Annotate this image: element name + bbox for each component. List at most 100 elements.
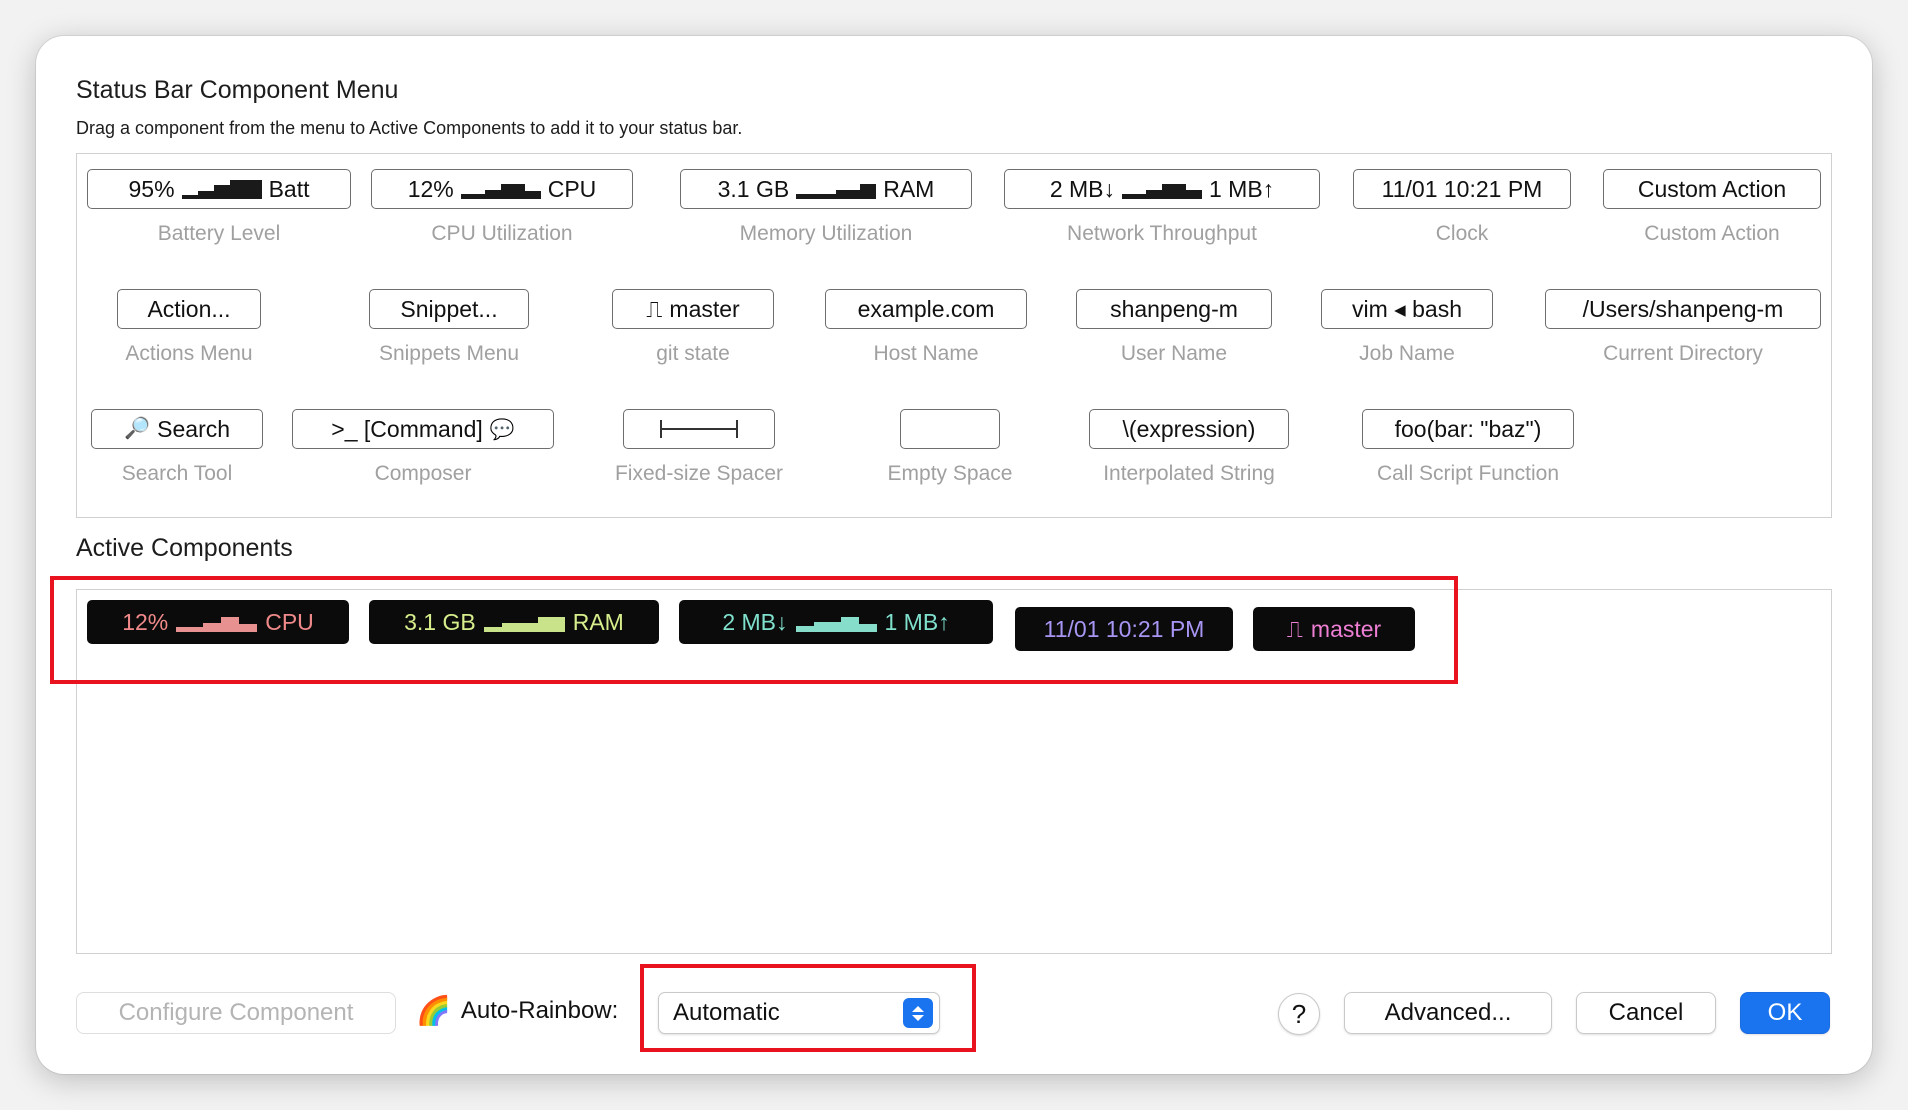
component-label: CPU Utilization <box>431 222 573 245</box>
network-sparkline <box>1122 179 1202 199</box>
status-bar-dialog: Status Bar Component Menu Drag a compone… <box>36 36 1872 1074</box>
memory-chip[interactable]: 3.1 GB RAM <box>680 169 972 209</box>
fixed-spacer-chip[interactable] <box>623 409 775 449</box>
component-empty-space[interactable]: Empty Space <box>870 409 1030 486</box>
memory-value: 3.1 GB <box>717 175 790 202</box>
active-network-chip[interactable]: 2 MB↓ 1 MB↑ <box>679 600 993 644</box>
network-up: 1 MB↑ <box>1209 175 1275 202</box>
component-label: Snippets Menu <box>378 342 520 365</box>
git-branch-icon: ⎍ <box>646 295 663 322</box>
empty-space-chip[interactable] <box>900 409 1000 449</box>
advanced-button[interactable]: Advanced... <box>1344 992 1552 1034</box>
component-label: Battery Level <box>157 222 281 245</box>
active-cpu-sparkline <box>176 612 258 632</box>
component-fixed-spacer[interactable]: Fixed-size Spacer <box>599 409 799 486</box>
component-interpolated-string[interactable]: \(expression) Interpolated String <box>1089 409 1289 486</box>
menu-subtitle: Drag a component from the menu to Active… <box>76 118 743 138</box>
component-network[interactable]: 2 MB↓ 1 MB↑ Network Throughput <box>1004 169 1320 246</box>
cpu-value: 12% <box>407 175 454 202</box>
cancel-button[interactable]: Cancel <box>1576 992 1716 1034</box>
component-label: Memory Utilization <box>739 222 913 245</box>
custom-action-chip[interactable]: Custom Action <box>1603 169 1821 209</box>
ok-button[interactable]: OK <box>1740 992 1830 1034</box>
active-cpu-value: 12% <box>122 608 169 635</box>
active-network-down: 2 MB↓ <box>722 608 788 635</box>
active-memory-value: 3.1 GB <box>404 608 476 635</box>
active-clock-text: 11/01 10:21 PM <box>1043 615 1205 642</box>
chevron-updown-icon <box>903 998 933 1028</box>
git-chip[interactable]: ⎍ master <box>612 289 774 329</box>
battery-unit: Batt <box>268 175 310 202</box>
call-script-chip[interactable]: foo(bar: "baz") <box>1362 409 1574 449</box>
memory-unit: RAM <box>883 175 935 202</box>
auto-rainbow-text: Auto-Rainbow: <box>460 996 619 1024</box>
component-label: Clock <box>1435 222 1489 245</box>
search-chip-text: Search <box>157 415 231 442</box>
clock-chip[interactable]: 11/01 10:21 PM <box>1353 169 1571 209</box>
component-label: Fixed-size Spacer <box>614 462 784 485</box>
auto-rainbow-select[interactable]: Automatic <box>658 992 940 1034</box>
component-user-name[interactable]: shanpeng-m User Name <box>1076 289 1272 366</box>
help-button[interactable]: ? <box>1278 993 1320 1035</box>
actions-chip[interactable]: Action... <box>117 289 261 329</box>
component-label: Composer <box>374 462 472 485</box>
cpu-unit: CPU <box>547 175 597 202</box>
composer-chip-text: >_ [Command] <box>331 415 483 442</box>
component-call-script[interactable]: foo(bar: "baz") Call Script Function <box>1362 409 1574 486</box>
component-current-directory[interactable]: /Users/shanpeng-m Current Directory <box>1545 289 1821 366</box>
component-label: Call Script Function <box>1376 462 1560 485</box>
battery-value: 95% <box>128 175 175 202</box>
snippets-chip[interactable]: Snippet... <box>369 289 529 329</box>
active-cpu-unit: CPU <box>265 608 314 635</box>
job-chip[interactable]: vim ◂ bash <box>1321 289 1493 329</box>
component-job-name[interactable]: vim ◂ bash Job Name <box>1321 289 1493 366</box>
configure-component-button[interactable]: Configure Component <box>76 992 396 1034</box>
active-memory-chip[interactable]: 3.1 GB RAM <box>369 600 659 644</box>
active-git-text: master <box>1310 615 1382 642</box>
active-clock-chip[interactable]: 11/01 10:21 PM <box>1015 607 1233 651</box>
user-chip[interactable]: shanpeng-m <box>1076 289 1272 329</box>
component-composer[interactable]: >_ [Command] 💬 Composer <box>292 409 554 486</box>
speech-bubble-icon: 💬 <box>489 418 515 441</box>
directory-chip[interactable]: /Users/shanpeng-m <box>1545 289 1821 329</box>
search-chip[interactable]: 🔎 Search <box>91 409 263 449</box>
fixed-width-icon <box>660 420 738 438</box>
active-components-title: Active Components <box>76 534 293 562</box>
git-branch-text: master <box>669 295 740 322</box>
host-chip[interactable]: example.com <box>825 289 1027 329</box>
component-label: git state <box>656 342 730 365</box>
component-custom-action[interactable]: Custom Action Custom Action <box>1603 169 1821 246</box>
component-git-state[interactable]: ⎍ master git state <box>612 289 774 366</box>
active-components-area[interactable]: 12% CPU 3.1 GB RAM 2 MB↓ 1 MB↑ 11/01 10:… <box>76 589 1832 954</box>
active-network-up: 1 MB↑ <box>884 608 950 635</box>
active-memory-unit: RAM <box>572 608 624 635</box>
component-host-name[interactable]: example.com Host Name <box>825 289 1027 366</box>
component-label: User Name <box>1120 342 1228 365</box>
active-git-chip[interactable]: ⎍ master <box>1253 607 1415 651</box>
git-branch-icon: ⎍ <box>1286 615 1303 642</box>
active-network-sparkline <box>795 612 877 632</box>
cpu-chip[interactable]: 12% CPU <box>371 169 633 209</box>
component-search-tool[interactable]: 🔎 Search Search Tool <box>91 409 263 486</box>
network-chip[interactable]: 2 MB↓ 1 MB↑ <box>1004 169 1320 209</box>
cpu-sparkline <box>460 179 541 199</box>
battery-chip[interactable]: 95% Batt <box>87 169 351 209</box>
component-label: Search Tool <box>121 462 233 485</box>
component-label: Host Name <box>873 342 979 365</box>
component-actions-menu[interactable]: Action... Actions Menu <box>105 289 273 366</box>
component-clock[interactable]: 11/01 10:21 PM Clock <box>1353 169 1571 246</box>
auto-rainbow-label: 🌈 Auto-Rainbow: <box>416 994 618 1027</box>
menu-title: Status Bar Component Menu <box>76 76 399 104</box>
component-memory[interactable]: 3.1 GB RAM Memory Utilization <box>680 169 972 246</box>
component-battery[interactable]: 95% Batt Battery Level <box>87 169 351 246</box>
interpolated-chip[interactable]: \(expression) <box>1089 409 1289 449</box>
component-cpu[interactable]: 12% CPU CPU Utilization <box>371 169 633 246</box>
component-label: Custom Action <box>1644 222 1780 245</box>
composer-chip[interactable]: >_ [Command] 💬 <box>292 409 554 449</box>
component-label: Network Throughput <box>1067 222 1257 245</box>
active-cpu-chip[interactable]: 12% CPU <box>87 600 349 644</box>
component-label: Job Name <box>1359 342 1455 365</box>
search-icon: 🔎 <box>123 417 151 440</box>
component-snippets-menu[interactable]: Snippet... Snippets Menu <box>360 289 538 366</box>
component-label: Empty Space <box>887 462 1013 485</box>
